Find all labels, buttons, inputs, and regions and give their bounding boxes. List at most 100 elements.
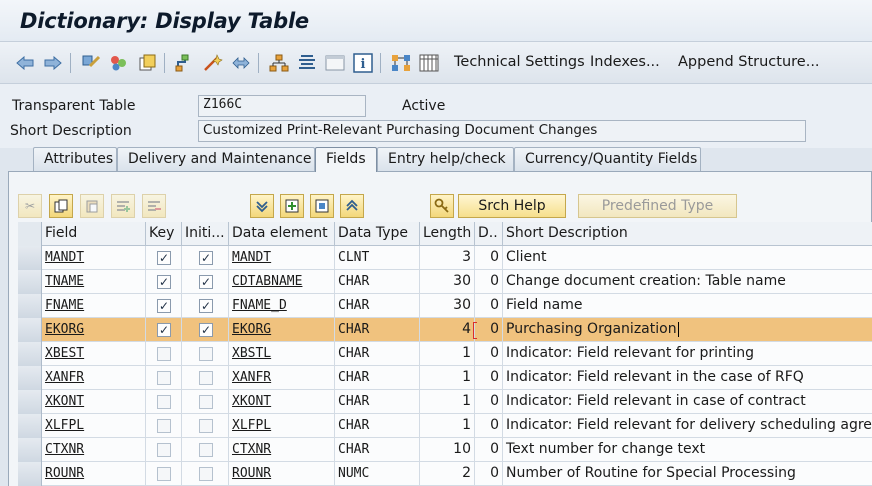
expand-all-icon[interactable] [250, 194, 274, 218]
search-help-key-icon[interactable] [430, 194, 454, 218]
object-list-icon[interactable] [296, 52, 318, 74]
table-row[interactable]: XLFPL XLFPL CHAR 1 0 Indicator: Field relevan… [18, 414, 872, 438]
initial-values-checkbox[interactable] [199, 443, 213, 457]
row-selector[interactable] [18, 246, 42, 270]
key-cell[interactable]: ✓ [146, 246, 182, 270]
row-selector[interactable] [18, 318, 42, 342]
field-name-cell[interactable]: EKORG [42, 318, 146, 342]
column-header-decimals[interactable]: D.. [475, 222, 503, 246]
table-row[interactable]: XKONT XKONT CHAR 1 0 Indicator: Field relevan… [18, 390, 872, 414]
field-name-cell[interactable]: TNAME [42, 270, 146, 294]
tab-attributes[interactable]: Attributes [33, 147, 117, 171]
table-row[interactable]: CTXNR CTXNR CHAR 10 0 Text number for change … [18, 438, 872, 462]
table-row[interactable]: ROUNR ROUNR NUMC 2 0 Number of Routine for Sp… [18, 462, 872, 486]
display-change-icon[interactable] [108, 52, 130, 74]
data-element-cell[interactable]: FNAME_D [229, 294, 335, 318]
decimals-cell[interactable]: 0 [475, 342, 503, 366]
key-cell[interactable] [146, 390, 182, 414]
hierarchy-icon[interactable] [268, 52, 290, 74]
key-cell[interactable] [146, 462, 182, 486]
table-name-field[interactable]: Z166C [198, 95, 366, 117]
table-row[interactable]: TNAME ✓ ✓ CDTABNAME CHAR 30 0 Change document c… [18, 270, 872, 294]
field-name-cell[interactable]: XBEST [42, 342, 146, 366]
forward-arrow-icon[interactable] [42, 52, 64, 74]
copy-icon[interactable] [49, 194, 73, 218]
decimals-cell[interactable]: 0 [475, 414, 503, 438]
initial-values-checkbox[interactable]: ✓ [199, 299, 213, 313]
search-help-button[interactable]: Srch Help [458, 194, 566, 218]
column-header-key[interactable]: Key [146, 222, 182, 246]
table-row[interactable]: EKORG ✓ ✓ EKORG CHAR 4 0 Purchasing Organizatio… [18, 318, 872, 342]
initial-values-cell[interactable]: ✓ [182, 246, 229, 270]
initial-values-cell[interactable] [182, 342, 229, 366]
short-description-cell[interactable]: Field name [503, 294, 872, 318]
short-description-field[interactable]: Customized Print-Relevant Purchasing Doc… [198, 120, 806, 142]
row-selector[interactable] [18, 366, 42, 390]
key-cell[interactable]: ✓ [146, 270, 182, 294]
navigation-icon[interactable] [230, 52, 252, 74]
row-selector[interactable] [18, 414, 42, 438]
include-icon[interactable] [310, 194, 334, 218]
data-element-cell[interactable]: MANDT [229, 246, 335, 270]
back-arrow-icon[interactable] [14, 52, 36, 74]
key-cell[interactable]: ✓ [146, 294, 182, 318]
short-description-cell[interactable]: Number of Routine for Special Processing [503, 462, 872, 486]
initial-values-checkbox[interactable] [199, 347, 213, 361]
initial-values-checkbox[interactable]: ✓ [199, 323, 213, 337]
decimals-cell[interactable]: 0 [475, 294, 503, 318]
initial-values-cell[interactable]: ✓ [182, 318, 229, 342]
data-element-cell[interactable]: CDTABNAME [229, 270, 335, 294]
field-name-cell[interactable]: ROUNR [42, 462, 146, 486]
data-element-cell[interactable]: XANFR [229, 366, 335, 390]
technical-settings-button[interactable]: Technical Settings [454, 54, 585, 70]
length-cell[interactable]: 1 [420, 414, 475, 438]
initial-values-cell[interactable] [182, 366, 229, 390]
initial-values-cell[interactable] [182, 462, 229, 486]
column-header-data-type[interactable]: Data Type [335, 222, 420, 246]
key-cell[interactable]: ✓ [146, 318, 182, 342]
predefined-type-button[interactable]: Predefined Type [578, 194, 737, 218]
data-type-cell[interactable]: CHAR [335, 342, 420, 366]
decimals-cell[interactable]: 0 [475, 462, 503, 486]
column-header-length[interactable]: Length [420, 222, 475, 246]
data-type-cell[interactable]: CHAR [335, 438, 420, 462]
short-description-cell[interactable]: Indicator: Field relevant for delivery s… [503, 414, 872, 438]
table-row[interactable]: XANFR XANFR CHAR 1 0 Indicator: Field relevan… [18, 366, 872, 390]
key-checkbox[interactable] [157, 443, 171, 457]
tab-entry-help-check[interactable]: Entry help/check [377, 147, 514, 171]
column-header-data-element[interactable]: Data element [229, 222, 335, 246]
data-type-cell[interactable]: CHAR [335, 294, 420, 318]
field-name-cell[interactable]: XKONT [42, 390, 146, 414]
row-selector[interactable] [18, 294, 42, 318]
row-selector[interactable] [18, 462, 42, 486]
decimals-cell[interactable]: 0 [475, 270, 503, 294]
short-description-cell[interactable]: Text number for change text [503, 438, 872, 462]
tab-currency-quantity[interactable]: Currency/Quantity Fields [514, 147, 701, 171]
data-type-cell[interactable]: CHAR [335, 414, 420, 438]
key-checkbox[interactable]: ✓ [157, 251, 171, 265]
data-type-cell[interactable]: NUMC [335, 462, 420, 486]
initial-values-cell[interactable]: ✓ [182, 270, 229, 294]
field-name-cell[interactable]: XANFR [42, 366, 146, 390]
key-cell[interactable] [146, 342, 182, 366]
field-name-cell[interactable]: XLFPL [42, 414, 146, 438]
length-cell[interactable]: 30 [420, 294, 475, 318]
length-cell[interactable]: 1 [420, 390, 475, 414]
data-element-cell[interactable]: XBSTL [229, 342, 335, 366]
row-selector[interactable] [18, 342, 42, 366]
paste-icon[interactable] [80, 194, 104, 218]
initial-values-cell[interactable] [182, 414, 229, 438]
length-cell[interactable]: 2 [420, 462, 475, 486]
data-type-cell[interactable]: CLNT [335, 246, 420, 270]
table-row[interactable]: MANDT ✓ ✓ MANDT CLNT 3 0 Client [18, 246, 872, 270]
short-description-cell[interactable]: Indicator: Field relevant in case of con… [503, 390, 872, 414]
row-selector[interactable] [18, 270, 42, 294]
check-icon[interactable] [202, 52, 224, 74]
graphic-icon[interactable] [390, 52, 412, 74]
decimals-cell[interactable]: 0 [475, 246, 503, 270]
column-header-initial[interactable]: Initi... [182, 222, 229, 246]
field-name-cell[interactable]: CTXNR [42, 438, 146, 462]
other-object-icon[interactable] [80, 52, 102, 74]
tab-fields[interactable]: Fields [315, 147, 377, 172]
short-description-cell[interactable]: Client [503, 246, 872, 270]
